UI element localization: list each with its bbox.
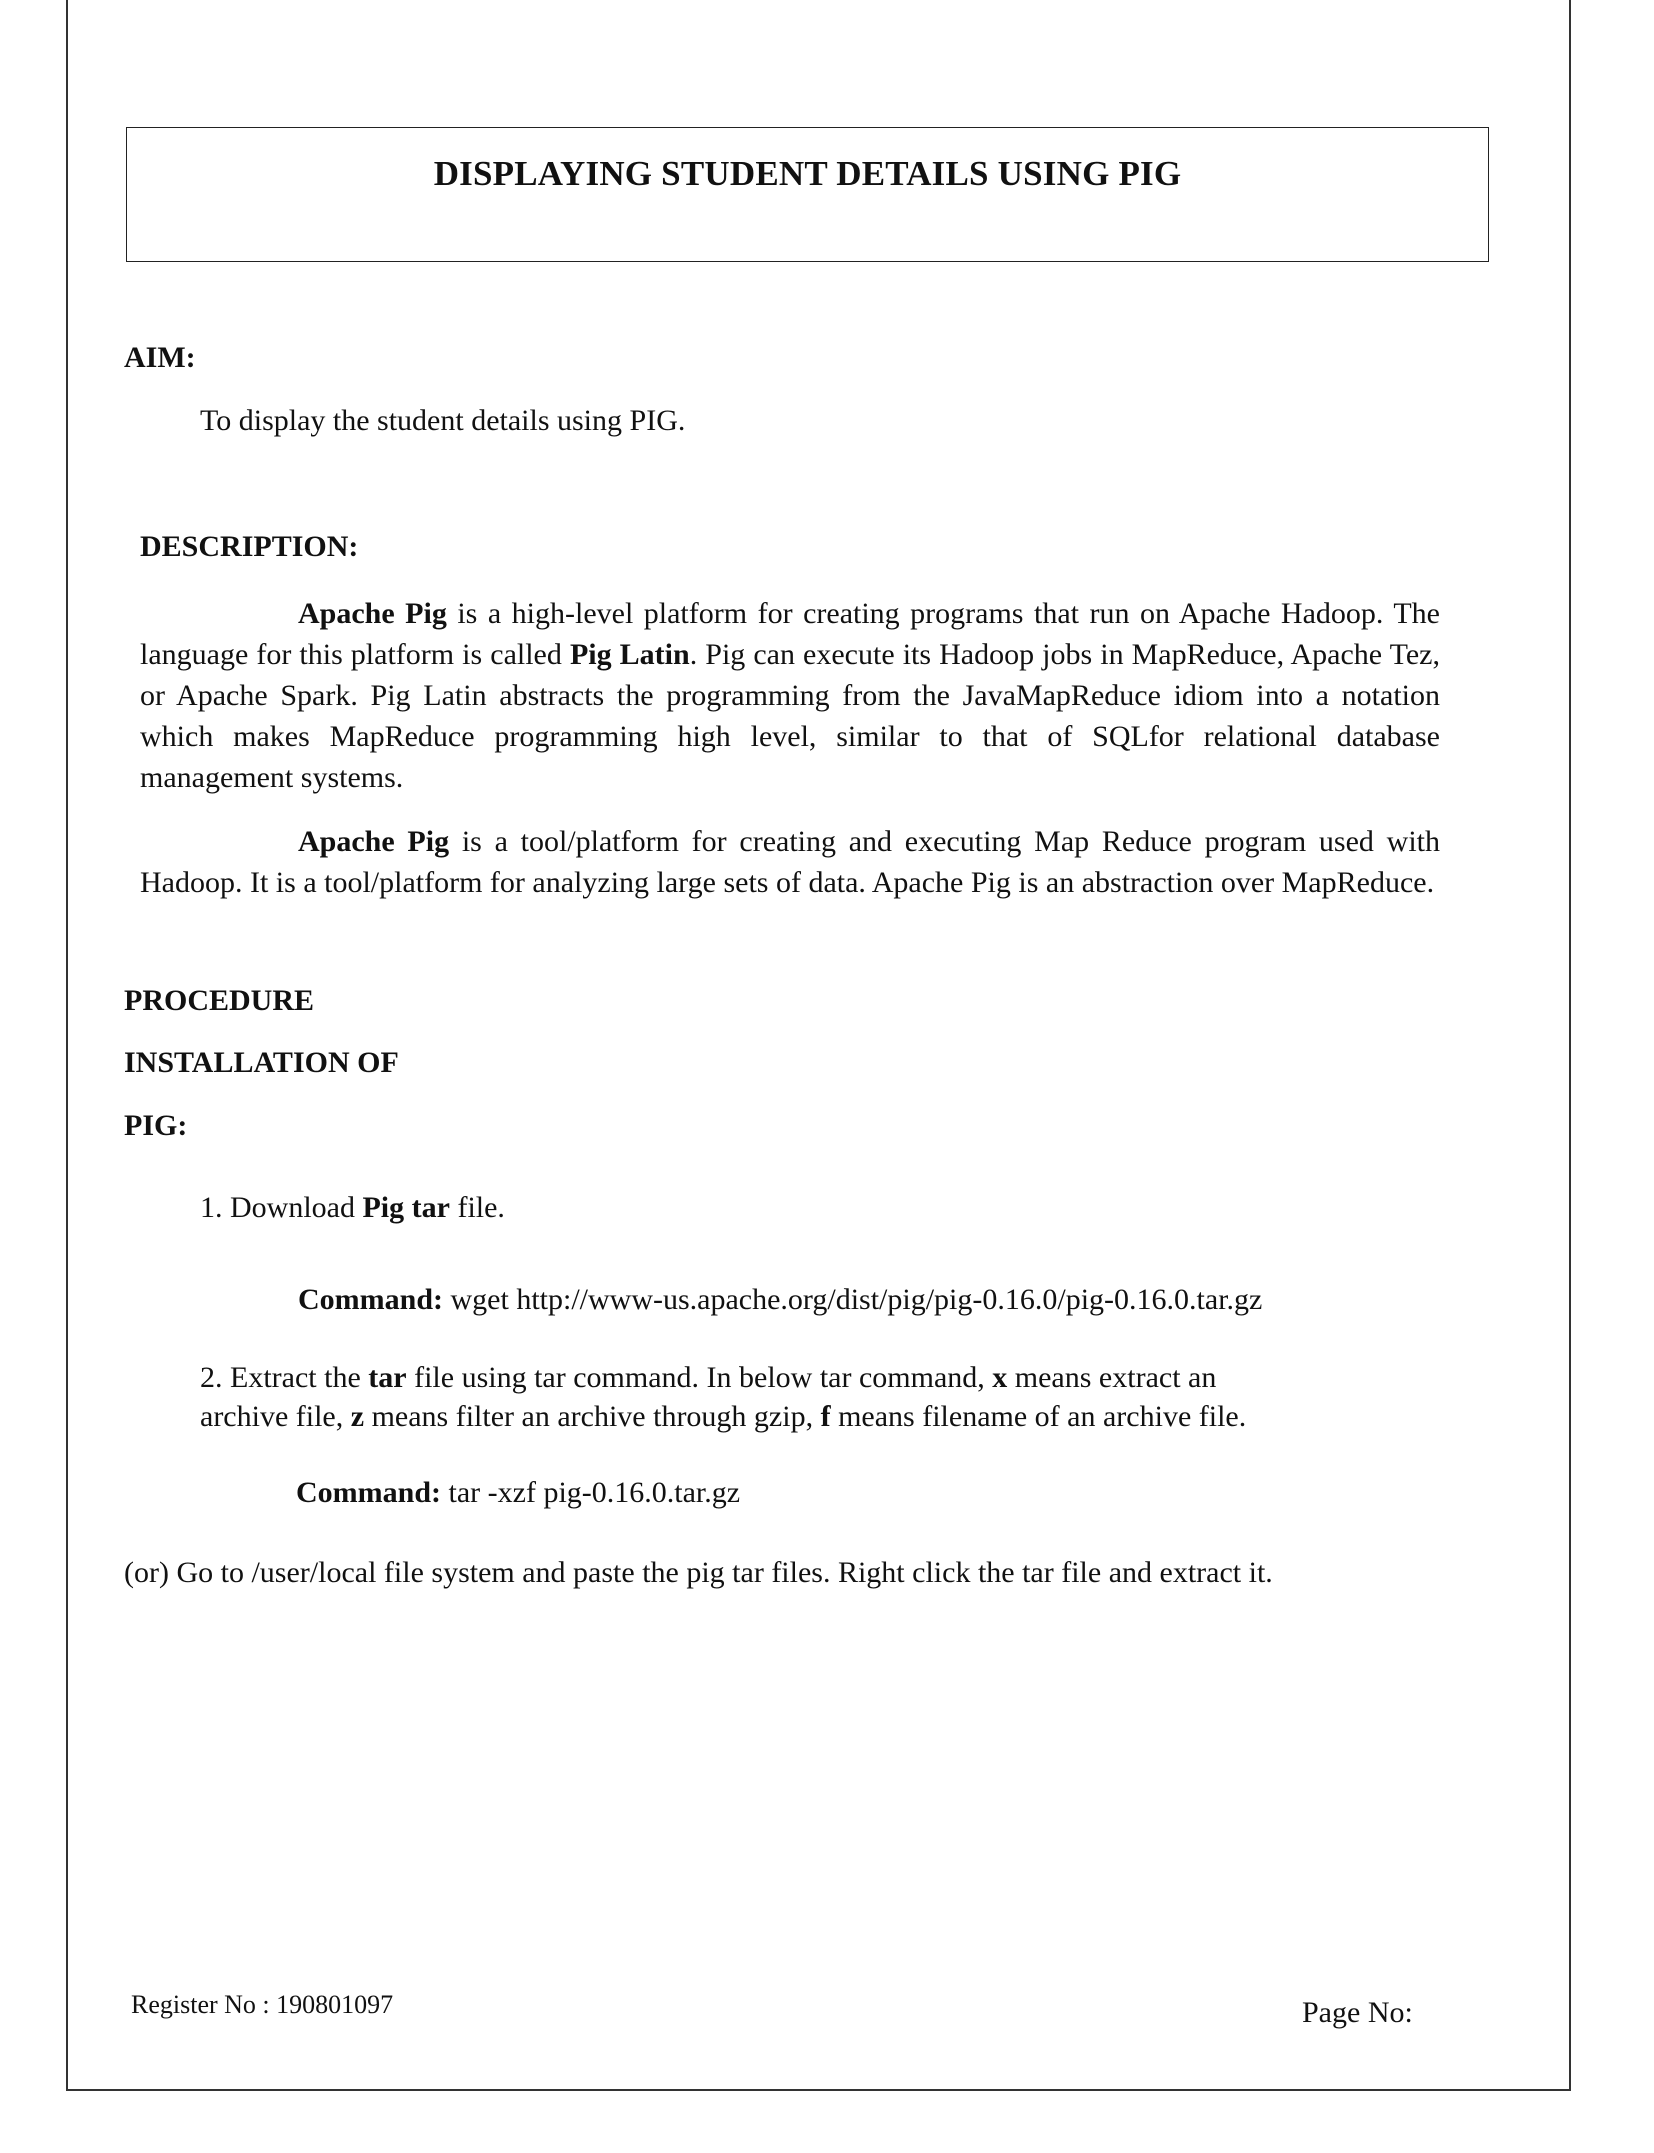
page-title: DISPLAYING STUDENT DETAILS USING PIG xyxy=(433,154,1182,193)
bold-pig-tar: Pig tar xyxy=(362,1191,450,1224)
step-1: 1. Download Pig tar file. xyxy=(200,1188,505,1227)
step-2-text-1: 2. Extract the xyxy=(200,1361,369,1394)
description-heading: DESCRIPTION: xyxy=(140,530,359,563)
aim-text: To display the student details using PIG… xyxy=(200,404,686,437)
step-1-text-end: file. xyxy=(449,1191,505,1224)
register-number: Register No : 190801097 xyxy=(131,1990,394,2019)
step-2: 2. Extract the tar file using tar comman… xyxy=(200,1358,1460,1436)
command-2-label: Command: xyxy=(296,1476,442,1509)
command-2: Command: tar -xzf pig-0.16.0.tar.gz xyxy=(296,1473,740,1512)
aim-heading: AIM: xyxy=(124,341,196,374)
description-paragraph-1: Apache Pig is a high-level platform for … xyxy=(140,593,1440,798)
step-2-text-3: means extract an xyxy=(1007,1361,1217,1394)
bold-z: z xyxy=(350,1400,365,1433)
command-1-value: wget http://www-us.apache.org/dist/pig/p… xyxy=(443,1283,1263,1316)
bold-apache-pig-2: Apache Pig xyxy=(298,825,450,858)
pig-heading: PIG: xyxy=(124,1109,188,1142)
title-box: DISPLAYING STUDENT DETAILS USING PIG xyxy=(126,127,1489,262)
command-1: Command: wget http://www-us.apache.org/d… xyxy=(298,1280,1262,1319)
page-number: Page No: xyxy=(1302,1996,1413,2029)
description-paragraph-2: Apache Pig is a tool/platform for creati… xyxy=(140,821,1440,903)
step-2-text-6: means filename of an archive file. xyxy=(830,1400,1247,1433)
procedure-heading: PROCEDURE xyxy=(124,984,315,1017)
step-2-line-1: 2. Extract the tar file using tar comman… xyxy=(200,1358,1460,1397)
installation-heading: INSTALLATION OF xyxy=(124,1046,399,1079)
step-2-text-4: archive file, xyxy=(200,1400,351,1433)
alternative-instruction: (or) Go to /user/local file system and p… xyxy=(124,1556,1273,1589)
step-1-text: 1. Download xyxy=(200,1191,363,1224)
bold-x: x xyxy=(992,1361,1008,1394)
command-1-label: Command: xyxy=(298,1283,444,1316)
bold-tar: tar xyxy=(368,1361,407,1394)
command-2-value: tar -xzf pig-0.16.0.tar.gz xyxy=(441,1476,741,1509)
step-2-line-2: archive file, z means filter an archive … xyxy=(200,1397,1460,1436)
bold-apache-pig: Apache Pig xyxy=(298,597,447,630)
bold-f: f xyxy=(820,1400,831,1433)
step-2-text-5: means filter an archive through gzip, xyxy=(364,1400,821,1433)
step-2-text-2: file using tar command. In below tar com… xyxy=(406,1361,993,1394)
bold-pig-latin: Pig Latin xyxy=(569,638,690,671)
